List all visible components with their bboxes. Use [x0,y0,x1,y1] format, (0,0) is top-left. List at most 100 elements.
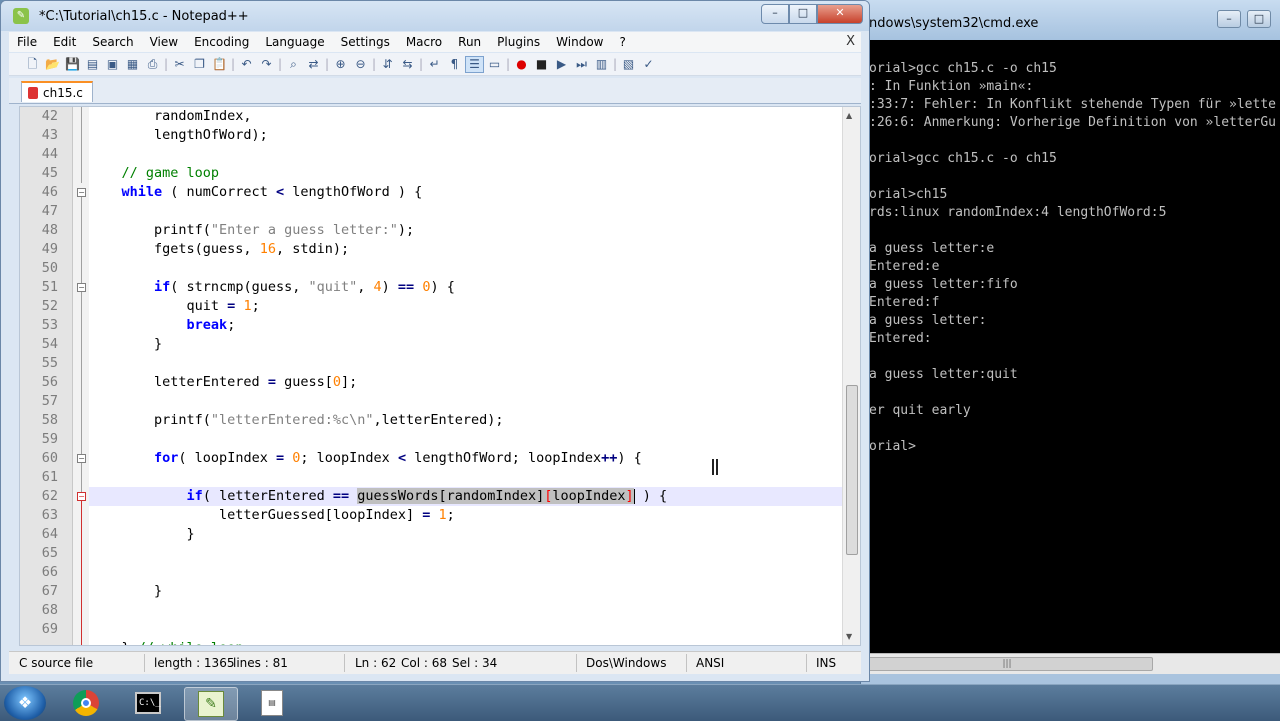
text-cursor-icon [712,459,718,475]
fold-collapse-icon-active[interactable]: − [77,492,86,501]
status-line-position: Ln : 62 [355,656,397,670]
find-icon[interactable]: ⌕ [284,56,303,73]
console-line: er quit early [869,403,971,418]
cut-icon[interactable]: ✂ [170,56,189,73]
menu-help[interactable]: ? [611,35,633,49]
line-number: 66 [41,564,58,580]
plugin-icon[interactable]: ▧ [619,56,638,73]
cmd-window[interactable]: ndows\system32\cmd.exe – □ orial>gcc ch1… [860,0,1280,684]
menu-encoding[interactable]: Encoding [186,35,257,49]
cmd-console-output[interactable]: orial>gcc ch15.c -o ch15 : In Funktion »… [861,40,1280,654]
cmd-scroll-thumb[interactable]: ||| [861,657,1153,671]
tab-ch15-c[interactable]: ch15.c [21,81,93,102]
sync-horizontal-icon[interactable]: ⇆ [398,56,417,73]
line-number: 61 [41,469,58,485]
word-wrap-icon[interactable]: ↵ [425,56,444,73]
cmd-titlebar[interactable]: ndows\system32\cmd.exe – □ [861,0,1280,40]
minimize-button[interactable]: – [761,4,789,24]
fold-guide [81,197,82,283]
stop-macro-icon[interactable]: ■ [532,56,551,73]
console-line: :26:6: Anmerkung: Vorherige Definition v… [869,115,1276,130]
new-file-icon[interactable]: 🗋 [23,56,42,73]
console-line: orial>ch15 [869,187,948,202]
status-insert-mode[interactable]: INS [816,656,836,670]
code-line: randomIndex, [89,108,252,124]
undo-icon[interactable]: ↶ [237,56,256,73]
scroll-up-icon[interactable]: ▲ [846,111,852,120]
indent-guide-icon[interactable]: ☰ [465,55,484,73]
menu-file[interactable]: File [9,35,45,49]
fold-guide [81,463,82,493]
status-selection: Sel : 34 [452,656,498,670]
console-line: Entered:e [869,259,940,274]
fold-collapse-icon[interactable]: − [77,283,86,292]
close-all-icon[interactable]: ▦ [123,56,142,73]
scroll-down-icon[interactable]: ▼ [846,632,852,641]
copy-icon[interactable]: ❐ [190,56,209,73]
taskbar: ❖ C:\_ ✎ ▤ [0,684,1280,721]
fold-collapse-icon[interactable]: − [77,188,86,197]
menu-settings[interactable]: Settings [333,35,398,49]
menu-view[interactable]: View [142,35,186,49]
open-file-icon[interactable]: 📂 [43,56,62,73]
doc-map-icon[interactable]: ▭ [485,56,504,73]
close-file-icon[interactable]: ▣ [103,56,122,73]
spell-check-icon[interactable]: ✓ [639,56,658,73]
taskbar-chrome[interactable] [60,687,112,719]
editor-scroll-thumb[interactable] [846,385,858,555]
close-document-button[interactable]: X [846,34,855,49]
status-encoding[interactable]: ANSI [696,656,724,670]
menu-window[interactable]: Window [548,35,611,49]
sync-vertical-icon[interactable]: ⇵ [378,56,397,73]
line-number: 64 [41,526,58,542]
chrome-icon [73,690,99,716]
console-line: Entered:f [869,295,940,310]
cmd-minimize-button[interactable]: – [1217,10,1241,28]
cmd-horizontal-scrollbar[interactable]: ||| [861,653,1280,674]
maximize-button[interactable]: □ [789,4,817,24]
play-macro-icon[interactable]: ▶ [552,56,571,73]
menu-search[interactable]: Search [84,35,141,49]
taskbar-notepadpp[interactable]: ✎ [184,687,238,721]
save-macro-icon[interactable]: ▥ [592,56,611,73]
taskbar-cmd[interactable]: C:\_ [122,687,174,719]
fold-collapse-icon[interactable]: − [77,454,86,463]
notepadpp-titlebar[interactable]: ✎ *C:\Tutorial\ch15.c - Notepad++ – □ ✕ [1,1,869,31]
menu-run[interactable]: Run [450,35,489,49]
print-icon[interactable]: ⎙ [143,56,162,73]
paste-icon[interactable]: 📋 [210,56,229,73]
show-all-chars-icon[interactable]: ¶ [445,56,464,73]
editor-vertical-scrollbar[interactable]: ▲ ▼ [842,107,860,645]
fold-guide [81,107,82,183]
menu-language[interactable]: Language [257,35,332,49]
code-editor[interactable]: 42 43 44 45 46 47 48 49 50 51 52 53 54 5… [19,106,861,646]
menu-plugins[interactable]: Plugins [489,35,548,49]
menu-macro[interactable]: Macro [398,35,450,49]
console-line: orial>gcc ch15.c -o ch15 [869,61,1057,76]
close-button[interactable]: ✕ [817,4,863,24]
status-eol-format[interactable]: Dos\Windows [586,656,666,670]
cmd-maximize-button[interactable]: □ [1247,10,1271,28]
line-number-gutter: 42 43 44 45 46 47 48 49 50 51 52 53 54 5… [20,107,73,645]
toolbar-separator: | [371,57,377,71]
zoom-in-icon[interactable]: ⊕ [331,56,350,73]
code-text-area[interactable]: randomIndex, lengthOfWord); // game loop… [89,107,842,645]
redo-icon[interactable]: ↷ [257,56,276,73]
run-macro-multiple-icon[interactable]: ⏭ [572,56,591,73]
menu-bar: File Edit Search View Encoding Language … [9,32,861,52]
status-divider [344,654,345,672]
save-all-icon[interactable]: ▤ [83,56,102,73]
zoom-out-icon[interactable]: ⊖ [351,56,370,73]
notepadpp-window[interactable]: ✎ *C:\Tutorial\ch15.c - Notepad++ – □ ✕ … [0,0,870,682]
menu-edit[interactable]: Edit [45,35,84,49]
record-macro-icon[interactable]: ● [512,56,531,73]
status-bar: C source file length : 1365 lines : 81 L… [9,651,861,674]
taskbar-document[interactable]: ▤ [246,687,298,719]
replace-icon[interactable]: ⇄ [304,56,323,73]
code-line: if( strncmp(guess, "quit", 4) == 0) { [154,279,455,295]
start-button-icon[interactable]: ❖ [4,686,46,720]
save-icon[interactable]: 💾 [63,56,82,73]
unsaved-file-icon [28,86,38,99]
console-line: a guess letter: [869,313,987,328]
